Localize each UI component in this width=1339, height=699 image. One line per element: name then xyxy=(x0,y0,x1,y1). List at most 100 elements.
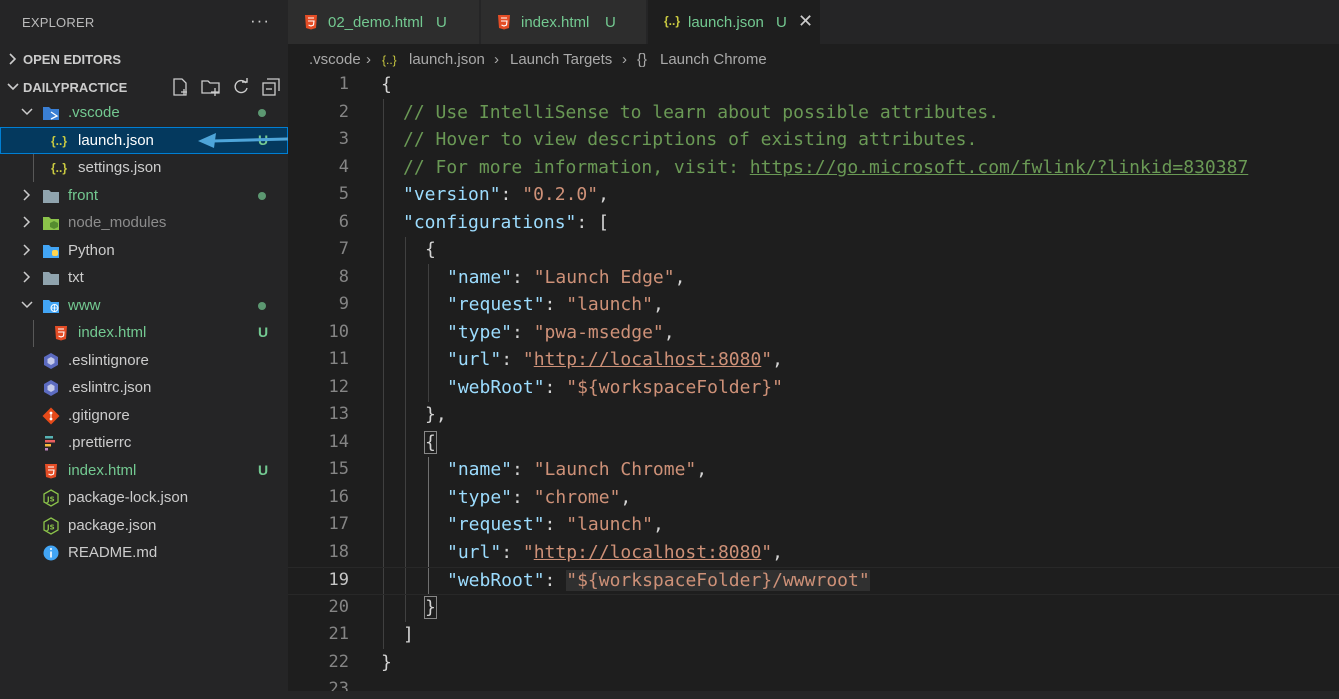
breadcrumb-item[interactable]: Launch Targets xyxy=(510,51,612,68)
url-link[interactable]: http://localhost:8080 xyxy=(534,542,762,563)
code-text: { xyxy=(381,74,392,95)
chevron-down-icon xyxy=(7,83,19,91)
code-line: 12 "webRoot": "${workspaceFolder}" xyxy=(288,375,1339,403)
line-number: 8 xyxy=(338,266,349,287)
new-folder-icon[interactable] xyxy=(200,76,222,98)
comment-link[interactable]: https://go.microsoft.com/fwlink/?linkid=… xyxy=(750,157,1249,178)
line-number: 1 xyxy=(338,74,349,94)
line-number: 5 xyxy=(338,184,349,204)
eslint-icon xyxy=(42,379,60,397)
tree-item-label: txt xyxy=(68,269,84,286)
line-number: 2 xyxy=(338,101,349,122)
line-number: 14 xyxy=(328,431,349,452)
code-line: 3 // Hover to view descriptions of exist… xyxy=(288,127,1339,155)
new-file-icon[interactable] xyxy=(170,76,192,98)
refresh-icon[interactable] xyxy=(230,76,252,98)
tab-02-demo-html[interactable]: 02_demo.html U xyxy=(288,0,480,44)
string-token: "launch" xyxy=(566,514,653,535)
key-token: "webRoot" xyxy=(447,570,545,591)
code-line: 9 "request": "launch", xyxy=(288,292,1339,320)
vscode-folder-icon xyxy=(42,104,60,122)
tree-file-eslintignore[interactable]: .eslintignore xyxy=(0,347,288,374)
explorer-actions xyxy=(170,76,282,98)
code-text: } xyxy=(381,652,392,673)
tree-file-settings-json[interactable]: {..} settings.json xyxy=(0,154,288,181)
line-number: 18 xyxy=(328,541,349,562)
code-line: 20 } xyxy=(288,595,1339,623)
workspace-root-label: DAILYPRACTICE xyxy=(23,80,128,95)
tree-item-label: .prettierrc xyxy=(68,434,132,451)
chevron-right-icon xyxy=(23,189,31,201)
more-actions-icon[interactable]: ··· xyxy=(250,11,270,31)
tree-folder-txt[interactable]: txt xyxy=(0,264,288,291)
tree-file-package-lock-json[interactable]: JS package-lock.json xyxy=(0,484,288,511)
token: } xyxy=(381,651,392,673)
line-number: 6 xyxy=(338,211,349,232)
html-icon xyxy=(42,462,60,480)
tree-file-package-json[interactable]: JS package.json xyxy=(0,512,288,539)
horizontal-scrollbar[interactable] xyxy=(288,691,1339,699)
url-link[interactable]: http://localhost:8080 xyxy=(534,349,762,370)
token: ] xyxy=(403,624,414,645)
tree-item-label: Python xyxy=(68,242,115,259)
code-text: "type": "pwa-msedge", xyxy=(447,321,675,343)
key-token: "configurations" xyxy=(403,211,577,233)
tree-item-label: settings.json xyxy=(78,159,162,176)
breadcrumb: .vscode › {..} launch.json › Launch Targ… xyxy=(288,44,1339,72)
tree-item-label: README.md xyxy=(68,544,158,561)
tree-folder-node-modules[interactable]: node_modules xyxy=(0,209,288,236)
tab-index-html[interactable]: index.html U xyxy=(481,0,647,44)
token: { xyxy=(381,74,392,95)
code-editor[interactable]: 1 { 2 // Use IntelliSense to learn about… xyxy=(288,72,1339,699)
breadcrumb-item[interactable]: Launch Chrome xyxy=(660,51,767,68)
code-text: }, xyxy=(425,404,447,425)
tree-folder-vscode[interactable]: .vscode xyxy=(0,99,288,126)
string-token: "pwa-msedge" xyxy=(533,321,664,343)
close-icon[interactable]: ✕ xyxy=(798,11,813,32)
line-number: 13 xyxy=(328,404,349,424)
tree-folder-python[interactable]: Python xyxy=(0,237,288,264)
tree-item-label: www xyxy=(68,297,101,314)
code-line: 16 "type": "chrome", xyxy=(288,485,1339,513)
line-number: 16 xyxy=(328,486,349,507)
open-editors-section[interactable]: OPEN EDITORS xyxy=(0,48,288,70)
tree-folder-www[interactable]: www xyxy=(0,292,288,319)
chevron-right-icon xyxy=(9,53,17,65)
tab-status: U xyxy=(436,14,447,31)
token: }, xyxy=(425,404,447,425)
tree-item-label: .eslintrc.json xyxy=(68,379,152,396)
tree-file-gitignore[interactable]: .gitignore xyxy=(0,402,288,429)
python-folder-icon xyxy=(42,242,60,260)
tree-item-label: .eslintignore xyxy=(68,352,149,369)
json-icon: {..} xyxy=(382,53,397,67)
explorer-title: EXPLORER xyxy=(22,15,95,30)
key-token: "version" xyxy=(403,184,501,205)
code-text: { xyxy=(425,239,436,260)
breadcrumb-item[interactable]: .vscode xyxy=(309,51,361,68)
code-line: 6 "configurations": [ xyxy=(288,210,1339,238)
string-token: "${workspaceFolder}" xyxy=(566,376,783,398)
tree-file-readme-md[interactable]: README.md xyxy=(0,539,288,566)
tree-file-index-html[interactable]: index.html U xyxy=(0,457,288,484)
tab-launch-json[interactable]: {..} launch.json U ✕ xyxy=(648,0,821,44)
tree-file-www-index-html[interactable]: index.html U xyxy=(0,319,288,346)
string-token: "${workspaceFolder}/wwwroot" xyxy=(566,570,870,591)
line-number: 10 xyxy=(328,321,349,342)
tree-folder-front[interactable]: front xyxy=(0,182,288,209)
string-token: "launch" xyxy=(566,294,653,315)
tree-file-eslintrc-json[interactable]: .eslintrc.json xyxy=(0,374,288,401)
bracket-match: { xyxy=(424,430,437,454)
key-token: "webRoot" xyxy=(447,376,545,398)
tab-status: U xyxy=(776,14,787,31)
key-token: "type" xyxy=(447,321,513,343)
tree-item-label: package.json xyxy=(68,517,157,534)
tree-file-prettierrc[interactable]: .prettierrc xyxy=(0,429,288,456)
chevron-down-icon xyxy=(21,301,33,309)
html-icon xyxy=(497,14,513,30)
code-line: 4 // For more information, visit: https:… xyxy=(288,155,1339,183)
string-token: " xyxy=(522,541,534,563)
comment-token: // Use IntelliSense to learn about possi… xyxy=(403,101,1000,123)
code-text: "request": "launch", xyxy=(447,514,664,535)
collapse-all-icon[interactable] xyxy=(260,76,282,98)
breadcrumb-item[interactable]: launch.json xyxy=(409,51,485,68)
